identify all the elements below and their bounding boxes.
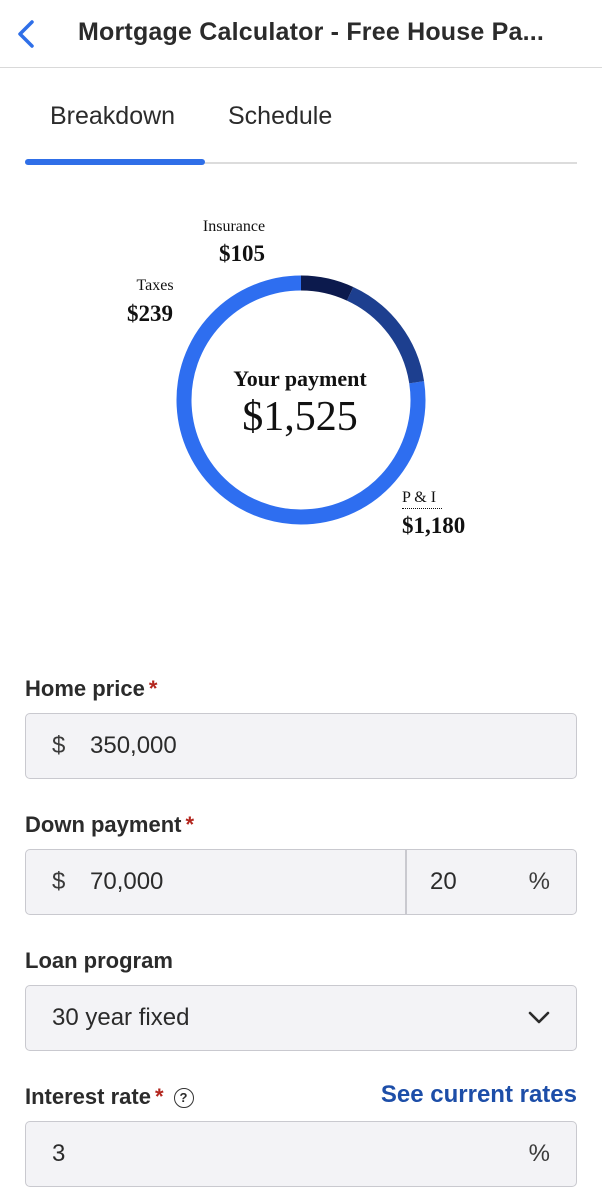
required-mark: * — [148, 676, 158, 701]
home-price-label-text: Home price — [25, 676, 145, 701]
tab-schedule[interactable]: Schedule — [228, 102, 332, 131]
page-title: Mortgage Calculator - Free House Pa... — [78, 18, 545, 46]
insurance-label: Insurance — [202, 218, 266, 235]
tab-breakdown[interactable]: Breakdown — [50, 102, 175, 131]
interest-rate-value: 3 — [52, 1140, 66, 1167]
currency-prefix: $ — [52, 868, 66, 895]
down-payment-amount-input[interactable]: 70,000 — [90, 868, 163, 896]
home-price-input[interactable]: $ 350,000 — [25, 713, 577, 779]
interest-rate-label-text: Interest rate — [25, 1084, 151, 1109]
taxes-value: $239 — [127, 301, 173, 326]
percent-suffix: % — [528, 1140, 550, 1167]
home-price-label: Home price * — [25, 676, 157, 702]
loan-program-value: 30 year fixed — [52, 1004, 190, 1031]
center-title: Your payment — [233, 366, 367, 391]
currency-prefix: $ — [52, 732, 66, 759]
down-payment-label-text: Down payment — [25, 812, 182, 837]
loan-program-label: Loan program — [25, 948, 173, 973]
see-current-rates-link[interactable]: See current rates — [381, 1081, 577, 1109]
insurance-value: $105 — [219, 241, 265, 266]
down-payment-percent-input[interactable]: 20 — [430, 868, 457, 896]
field-divider — [405, 850, 407, 914]
chevron-left-icon — [18, 20, 34, 48]
payment-breakdown-chart: Insurance $105 Taxes $239 P & I $1,180 Y… — [0, 200, 602, 560]
down-payment-label: Down payment * — [25, 812, 194, 838]
interest-rate-input[interactable]: 3 % — [25, 1121, 577, 1187]
required-mark: * — [154, 1084, 164, 1109]
interest-rate-label: Interest rate *? — [25, 1084, 194, 1110]
chevron-down-icon — [528, 1011, 550, 1024]
pi-value: $1,180 — [402, 513, 466, 538]
taxes-label: Taxes — [136, 277, 174, 294]
center-total: $1,525 — [242, 394, 358, 440]
tab-bar: Breakdown Schedule — [25, 88, 577, 165]
top-bar: Mortgage Calculator - Free House Pa... — [0, 0, 602, 68]
home-price-value: 350,000 — [90, 732, 177, 759]
question-circle-icon[interactable]: ? — [173, 1088, 194, 1108]
down-payment-group: $ 70,000 20 % — [25, 849, 577, 915]
required-mark: * — [185, 812, 195, 837]
back-button[interactable] — [8, 14, 44, 54]
loan-program-select[interactable]: 30 year fixed — [25, 985, 577, 1051]
donut-slice-insurance — [300, 275, 354, 301]
pi-label: P & I — [402, 489, 442, 509]
percent-suffix: % — [528, 868, 550, 895]
active-tab-indicator — [25, 159, 205, 165]
